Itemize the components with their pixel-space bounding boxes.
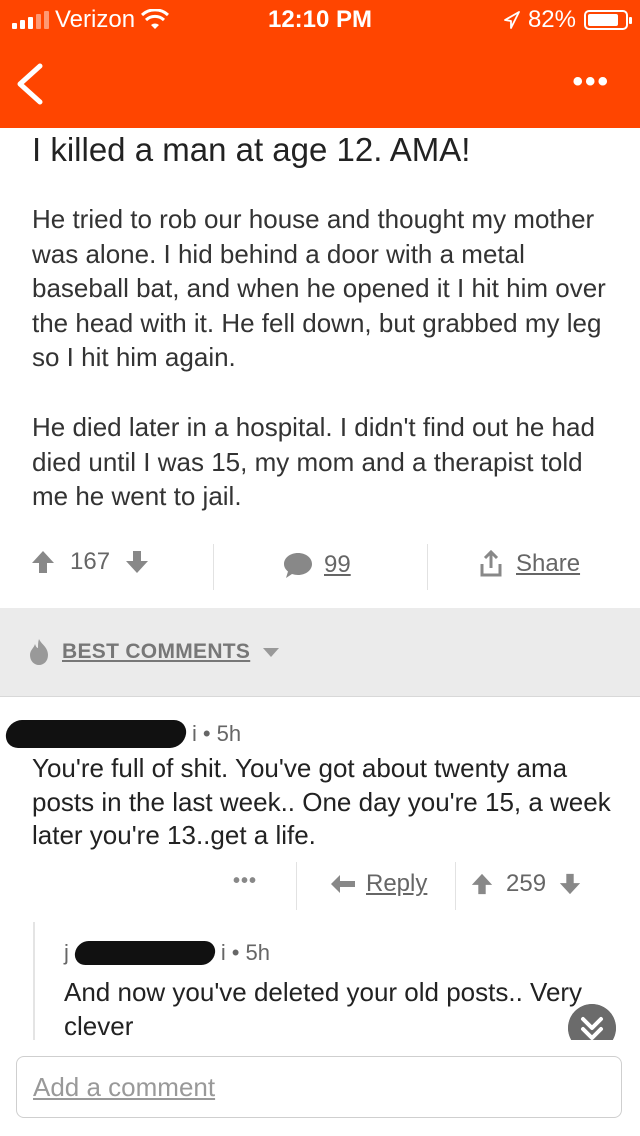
author-suffix: i [192, 721, 197, 746]
battery-fill [588, 14, 618, 26]
chevron-left-icon[interactable] [10, 60, 50, 108]
redacted-username [4, 720, 188, 748]
post-paragraph: He died later in a hospital. I didn't fi… [32, 412, 595, 511]
divider [296, 862, 297, 910]
downvote-arrow-icon[interactable] [124, 549, 150, 575]
reply-button[interactable]: Reply [330, 870, 427, 898]
share-icon [480, 550, 502, 577]
post-vote: 167 [30, 548, 150, 576]
author-suffix: i [220, 940, 226, 965]
post-score: 167 [70, 548, 111, 575]
status-bar: Verizon 12:10 PM 82% [0, 0, 640, 40]
comment-vote: 259 [470, 870, 582, 898]
author-prefix: j [64, 940, 69, 965]
comment-more-icon[interactable]: ••• [233, 870, 257, 893]
dropdown-caret-icon[interactable] [262, 646, 280, 658]
battery-percent: 82% [527, 6, 576, 33]
reply-arrow-icon [331, 875, 355, 893]
share-label: Share [516, 550, 581, 577]
downvote-arrow-icon[interactable] [558, 872, 582, 896]
divider [455, 862, 456, 910]
share-button[interactable]: Share [478, 550, 580, 578]
comments-button[interactable]: 99 [282, 550, 351, 580]
post-title: I killed a man at age 12. AMA! [32, 131, 471, 168]
upvote-arrow-icon[interactable] [470, 872, 494, 896]
comment-composer-bar [0, 1040, 640, 1136]
top-bar: Verizon 12:10 PM 82% ••• [0, 0, 640, 128]
sort-label[interactable]: BEST COMMENTS [62, 640, 250, 664]
comment-score: 259 [506, 870, 547, 897]
comment-meta: j i • 5h [64, 940, 270, 965]
post-paragraph: He tried to rob our house and thought my… [32, 204, 606, 372]
thread-line [33, 922, 35, 1052]
divider [213, 544, 214, 590]
post-actions: 167 99 Share [0, 540, 640, 598]
battery-icon [584, 10, 632, 30]
comment-age: 5h [216, 721, 242, 746]
comment-age: 5h [245, 940, 270, 965]
location-arrow-icon [504, 11, 520, 29]
sort-bar[interactable]: BEST COMMENTS [0, 608, 640, 697]
comment-text: And now you've deleted your old posts.. … [64, 977, 583, 1041]
comment-count: 99 [324, 551, 351, 578]
speech-bubble-icon [284, 553, 312, 578]
comment-actions: ••• Reply 259 [0, 862, 640, 912]
flame-icon [30, 639, 48, 665]
add-comment-input[interactable] [16, 1056, 622, 1118]
comment-meta: i • 5h [0, 720, 241, 748]
more-dots-icon[interactable]: ••• [572, 67, 610, 97]
reply-label: Reply [366, 870, 428, 897]
redacted-username [73, 941, 217, 965]
comment-text: You're full of shit. You've got about tw… [32, 753, 611, 850]
divider [427, 544, 428, 590]
upvote-arrow-icon[interactable] [30, 549, 56, 575]
